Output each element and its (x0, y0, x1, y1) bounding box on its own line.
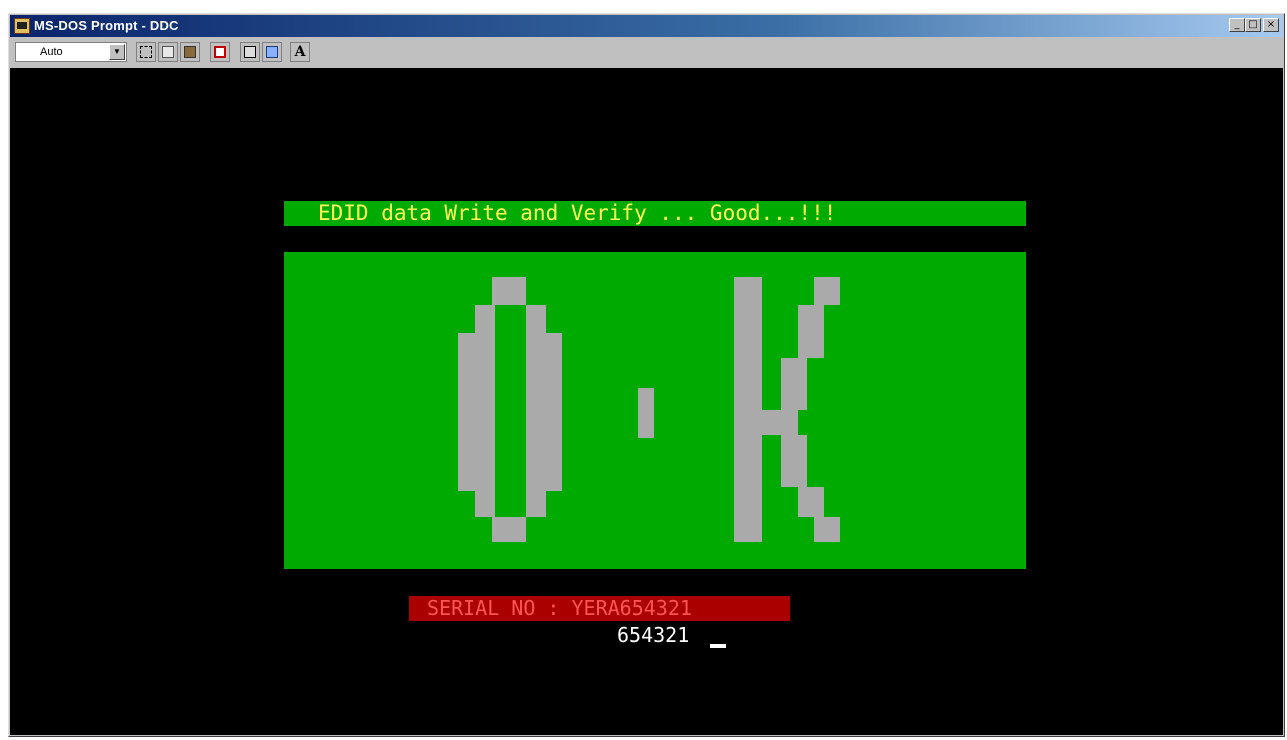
font-icon: A (294, 44, 306, 60)
title-bar[interactable]: MS-DOS Prompt - DDC _ □ × (10, 15, 1283, 37)
desktop-edge (0, 13, 8, 737)
font-size-select[interactable]: Auto ▼ (15, 42, 127, 62)
fullscreen-icon (214, 46, 226, 58)
toolbar: Auto ▼ A (10, 38, 1283, 68)
maximize-button[interactable]: □ (1245, 18, 1261, 32)
console-screen[interactable]: EDID data Write and Verify ... Good...!!… (10, 68, 1283, 735)
background-button[interactable] (262, 42, 282, 62)
properties-icon (244, 46, 256, 58)
font-button[interactable]: A (290, 42, 310, 62)
copy-icon (162, 46, 174, 58)
fullscreen-button[interactable] (210, 42, 230, 62)
ms-dos-app-icon[interactable] (14, 18, 30, 34)
font-size-value: Auto (40, 46, 63, 58)
big-dot (638, 388, 654, 438)
paste-button[interactable] (180, 42, 200, 62)
result-big-text-label: O.K (284, 252, 285, 253)
copy-button[interactable] (158, 42, 178, 62)
mark-icon (140, 46, 152, 58)
status-message: EDID data Write and Verify ... Good...!!… (284, 201, 1026, 226)
close-button[interactable]: × (1263, 18, 1279, 32)
background-icon (266, 46, 278, 58)
window-title: MS-DOS Prompt - DDC (34, 18, 179, 33)
paste-icon (184, 46, 196, 58)
ms-dos-window: MS-DOS Prompt - DDC _ □ × Auto ▼ A EDID … (8, 13, 1285, 737)
chevron-down-icon[interactable]: ▼ (109, 44, 125, 60)
minimize-button[interactable]: _ (1229, 18, 1245, 32)
text-cursor (710, 644, 726, 648)
serial-number-label: SERIAL NO : YERA654321 (409, 596, 790, 621)
properties-button[interactable] (240, 42, 260, 62)
mark-button[interactable] (136, 42, 156, 62)
serial-input-value[interactable]: 654321 (617, 623, 689, 647)
ok-result-panel: O.K (284, 252, 1026, 569)
